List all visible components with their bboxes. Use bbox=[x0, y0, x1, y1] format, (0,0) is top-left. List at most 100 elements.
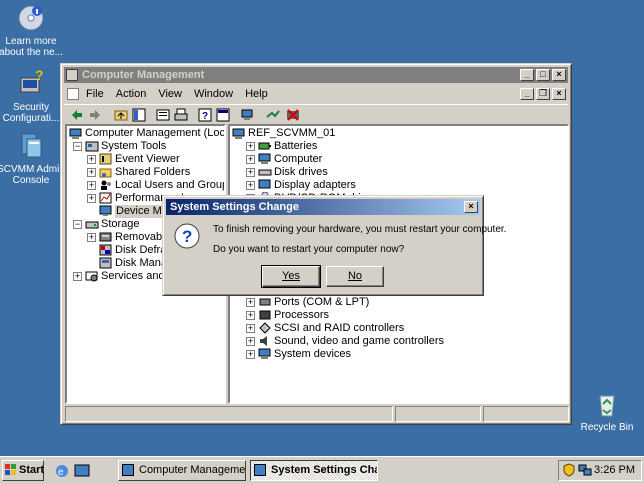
device-ports[interactable]: Ports (COM & LPT) bbox=[274, 296, 369, 309]
tree-item-shared-folders[interactable]: Shared Folders bbox=[115, 166, 190, 179]
yes-button[interactable]: Yes bbox=[261, 265, 321, 288]
quicklaunch-desktop-icon[interactable] bbox=[74, 463, 90, 479]
performance-icon bbox=[99, 192, 113, 204]
expand-icon[interactable]: + bbox=[246, 181, 255, 190]
device-disk-drives[interactable]: Disk drives bbox=[274, 166, 328, 179]
desktop-icon-scvmm[interactable]: SCVMM Admin Console bbox=[0, 130, 66, 186]
yes-button-label: Yes bbox=[282, 270, 300, 282]
forward-arrow-icon[interactable] bbox=[88, 108, 102, 122]
device-computer[interactable]: Computer bbox=[274, 153, 322, 166]
device-label: Batteries bbox=[274, 140, 318, 152]
tree-item-label: Computer Management (Local) bbox=[85, 127, 226, 139]
collapse-icon[interactable]: − bbox=[73, 220, 82, 229]
tree-item-system-tools[interactable]: System Tools bbox=[101, 140, 166, 153]
computer-icon bbox=[258, 153, 272, 165]
expand-icon[interactable]: + bbox=[246, 142, 255, 151]
quicklaunch-ie-icon[interactable]: e bbox=[54, 463, 70, 479]
task-system-settings[interactable]: System Settings Cha... bbox=[250, 460, 378, 481]
system-devices-icon bbox=[258, 348, 272, 360]
device-label: Processors bbox=[274, 309, 330, 321]
start-button[interactable]: Start bbox=[2, 460, 44, 481]
child-restore-button[interactable]: ❐ bbox=[536, 88, 550, 100]
windows-logo-icon bbox=[5, 464, 17, 476]
main-window-titlebar[interactable]: Computer Management _ □ × bbox=[64, 67, 568, 83]
status-cell bbox=[65, 406, 393, 422]
tree-item-local-users[interactable]: Local Users and Groups bbox=[115, 179, 224, 192]
tree-item-label: System Tools bbox=[101, 140, 167, 152]
maximize-button[interactable]: □ bbox=[536, 69, 550, 81]
desktop-icon-recycle-bin[interactable]: Recycle Bin bbox=[572, 388, 642, 433]
up-folder-icon[interactable] bbox=[114, 108, 128, 122]
dialog-titlebar[interactable]: System Settings Change × bbox=[166, 199, 480, 215]
expand-icon[interactable]: + bbox=[246, 298, 255, 307]
security-config-icon: ? bbox=[15, 67, 47, 100]
processor-icon bbox=[258, 309, 272, 321]
tree-item-computer-management[interactable]: Computer Management (Local) bbox=[85, 127, 226, 140]
device-sound-video[interactable]: Sound, video and game controllers bbox=[274, 335, 444, 348]
device-label: Sound, video and game controllers bbox=[274, 335, 444, 347]
collapse-icon[interactable]: − bbox=[73, 142, 82, 151]
menu-file[interactable]: File bbox=[80, 85, 110, 101]
recycle-bin-icon bbox=[591, 388, 623, 420]
tree-item-label: Event Viewer bbox=[115, 153, 180, 165]
print-icon[interactable] bbox=[174, 108, 188, 122]
taskbar: Start e Computer Management System Setti… bbox=[0, 456, 644, 484]
tree-item-event-viewer[interactable]: Event Viewer bbox=[115, 153, 180, 166]
display-adapter-icon bbox=[258, 179, 272, 191]
device-scsi-raid[interactable]: SCSI and RAID controllers bbox=[274, 322, 404, 335]
mmc-doc-icon bbox=[67, 88, 79, 100]
show-tree-icon[interactable] bbox=[132, 108, 146, 122]
shared-folders-icon bbox=[99, 166, 113, 178]
task-computer-management[interactable]: Computer Management bbox=[118, 460, 246, 481]
child-close-button[interactable]: × bbox=[552, 88, 566, 100]
desktop-icon-security-config[interactable]: ? Security Configurati... bbox=[0, 67, 66, 124]
desktop-icon-learn-more[interactable]: Learn more about the ne... bbox=[0, 2, 66, 58]
sound-icon bbox=[258, 335, 272, 347]
clock[interactable]: 3:26 PM bbox=[594, 464, 635, 476]
expand-icon[interactable]: + bbox=[73, 272, 82, 281]
dialog-close-button[interactable]: × bbox=[464, 201, 478, 213]
properties-icon[interactable] bbox=[156, 108, 170, 122]
menu-window[interactable]: Window bbox=[188, 85, 239, 101]
expand-icon[interactable]: + bbox=[87, 181, 96, 190]
question-icon: ? bbox=[173, 222, 201, 250]
close-button[interactable]: × bbox=[552, 69, 566, 81]
device-system-devices[interactable]: System devices bbox=[274, 348, 351, 361]
scan-hardware-icon[interactable] bbox=[266, 108, 280, 122]
expand-icon[interactable]: + bbox=[246, 337, 255, 346]
computer-management-icon bbox=[69, 128, 83, 140]
device-label: Display adapters bbox=[274, 179, 356, 191]
menu-view[interactable]: View bbox=[152, 85, 188, 101]
computer-icon[interactable] bbox=[240, 108, 254, 122]
expand-icon[interactable]: + bbox=[246, 155, 255, 164]
port-icon bbox=[258, 296, 272, 308]
expand-icon[interactable]: + bbox=[87, 233, 96, 242]
menu-help[interactable]: Help bbox=[239, 85, 274, 101]
uninstall-icon[interactable] bbox=[286, 108, 300, 122]
expand-icon[interactable]: + bbox=[246, 324, 255, 333]
device-batteries[interactable]: Batteries bbox=[274, 140, 317, 153]
device-root[interactable]: REF_SCVMM_01 bbox=[248, 127, 335, 140]
tree-item-label: Shared Folders bbox=[115, 166, 191, 178]
system-tools-icon bbox=[85, 140, 99, 152]
network-icon[interactable] bbox=[578, 463, 592, 477]
menu-action[interactable]: Action bbox=[110, 85, 153, 101]
back-arrow-icon[interactable] bbox=[70, 108, 84, 122]
expand-icon[interactable]: + bbox=[246, 311, 255, 320]
expand-icon[interactable]: + bbox=[87, 194, 96, 203]
device-label: System devices bbox=[274, 348, 352, 360]
minimize-button[interactable]: _ bbox=[520, 69, 534, 81]
mmc-icon bbox=[66, 69, 78, 81]
no-button[interactable]: No bbox=[326, 266, 384, 287]
console-icon[interactable] bbox=[216, 108, 230, 122]
child-minimize-button[interactable]: _ bbox=[520, 88, 534, 100]
expand-icon[interactable]: + bbox=[246, 350, 255, 359]
expand-icon[interactable]: + bbox=[246, 168, 255, 177]
help-icon[interactable]: ? bbox=[198, 108, 212, 122]
expand-icon[interactable]: + bbox=[87, 155, 96, 164]
security-shield-icon[interactable] bbox=[562, 463, 576, 477]
tree-item-storage[interactable]: Storage bbox=[101, 218, 140, 231]
device-processors[interactable]: Processors bbox=[274, 309, 329, 322]
expand-icon[interactable]: + bbox=[87, 168, 96, 177]
device-display-adapters[interactable]: Display adapters bbox=[274, 179, 356, 192]
